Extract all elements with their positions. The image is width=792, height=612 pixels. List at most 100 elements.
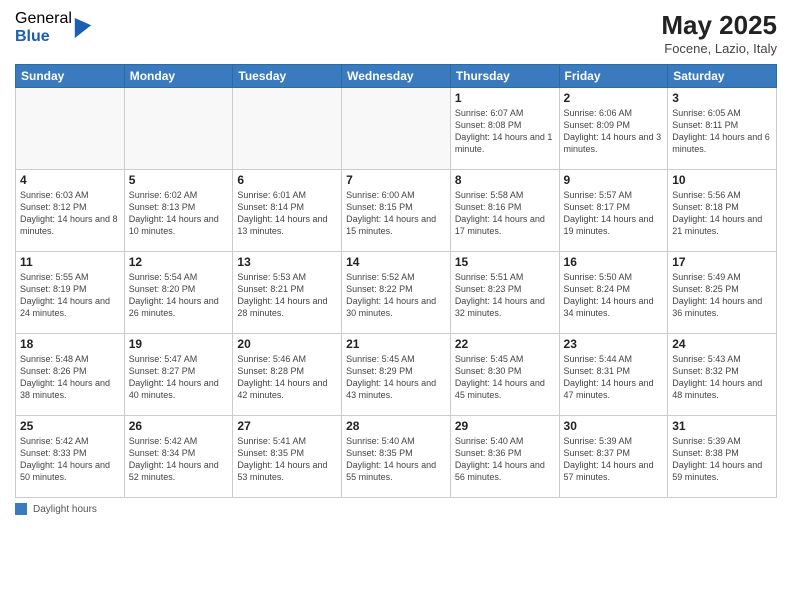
table-row: 5 Sunrise: 6:02 AM Sunset: 8:13 PM Daylig… <box>124 170 233 252</box>
table-row: 21 Sunrise: 5:45 AM Sunset: 8:29 PM Dayli… <box>342 334 451 416</box>
day-number: 16 <box>564 255 664 269</box>
logo: General Blue <box>15 10 92 45</box>
calendar-week-row: 18 Sunrise: 5:48 AM Sunset: 8:26 PM Dayli… <box>16 334 777 416</box>
day-number: 9 <box>564 173 664 187</box>
table-row: 15Sunrise: 5:51 AM Sunset: 8:23 PM Dayli… <box>450 252 559 334</box>
calendar-week-row: 11 Sunrise: 5:55 AM Sunset: 8:19 PM Dayli… <box>16 252 777 334</box>
legend: Daylight hours <box>15 503 777 515</box>
table-row: 30Sunrise: 5:39 AM Sunset: 8:37 PM Dayli… <box>559 416 668 498</box>
day-number: 24 <box>672 337 772 351</box>
calendar-week-row: 1 Sunrise: 6:07 AM Sunset: 8:08 PM Daylig… <box>16 88 777 170</box>
day-info: Sunrise: 6:07 AM Sunset: 8:08 PM Dayligh… <box>455 107 555 156</box>
month-year-title: May 2025 <box>661 10 777 41</box>
day-info: Sunrise: 5:44 AM Sunset: 8:31 PM Dayligh… <box>564 353 664 402</box>
day-number: 12 <box>129 255 229 269</box>
day-info: Sunrise: 5:39 AM Sunset: 8:37 PM Dayligh… <box>564 435 664 484</box>
logo-icon <box>74 18 92 38</box>
table-row: 26Sunrise: 5:42 AM Sunset: 8:34 PM Dayli… <box>124 416 233 498</box>
day-info: Sunrise: 5:41 AM Sunset: 8:35 PM Dayligh… <box>237 435 337 484</box>
table-row: 6 Sunrise: 6:01 AM Sunset: 8:14 PM Daylig… <box>233 170 342 252</box>
table-row: 16 Sunrise: 5:50 AM Sunset: 8:24 PM Dayli… <box>559 252 668 334</box>
day-info: Sunrise: 5:48 AM Sunset: 8:26 PM Dayligh… <box>20 353 120 402</box>
page: General Blue May 2025 Focene, Lazio, Ita… <box>0 0 792 612</box>
calendar-week-row: 25Sunrise: 5:42 AM Sunset: 8:33 PM Dayli… <box>16 416 777 498</box>
col-tuesday: Tuesday <box>233 65 342 88</box>
logo-text: General Blue <box>15 10 72 45</box>
table-row: 3 Sunrise: 6:05 AM Sunset: 8:11 PM Daylig… <box>668 88 777 170</box>
day-info: Sunrise: 5:40 AM Sunset: 8:36 PM Dayligh… <box>455 435 555 484</box>
table-row: 8 Sunrise: 5:58 AM Sunset: 8:16 PM Daylig… <box>450 170 559 252</box>
calendar-table: Sunday Monday Tuesday Wednesday Thursday… <box>15 64 777 498</box>
table-row: 22 Sunrise: 5:45 AM Sunset: 8:30 PM Dayli… <box>450 334 559 416</box>
day-number: 8 <box>455 173 555 187</box>
title-block: May 2025 Focene, Lazio, Italy <box>661 10 777 56</box>
col-sunday: Sunday <box>16 65 125 88</box>
table-row <box>124 88 233 170</box>
table-row: 10Sunrise: 5:56 AM Sunset: 8:18 PM Dayli… <box>668 170 777 252</box>
table-row: 2Sunrise: 6:06 AM Sunset: 8:09 PM Daylig… <box>559 88 668 170</box>
col-thursday: Thursday <box>450 65 559 88</box>
day-info: Sunrise: 5:58 AM Sunset: 8:16 PM Dayligh… <box>455 189 555 238</box>
day-number: 21 <box>346 337 446 351</box>
day-number: 6 <box>237 173 337 187</box>
table-row: 17Sunrise: 5:49 AM Sunset: 8:25 PM Dayli… <box>668 252 777 334</box>
day-info: Sunrise: 6:03 AM Sunset: 8:12 PM Dayligh… <box>20 189 120 238</box>
table-row: 25Sunrise: 5:42 AM Sunset: 8:33 PM Dayli… <box>16 416 125 498</box>
calendar-week-row: 4 Sunrise: 6:03 AM Sunset: 8:12 PM Daylig… <box>16 170 777 252</box>
table-row: 9 Sunrise: 5:57 AM Sunset: 8:17 PM Daylig… <box>559 170 668 252</box>
day-info: Sunrise: 6:01 AM Sunset: 8:14 PM Dayligh… <box>237 189 337 238</box>
day-info: Sunrise: 5:45 AM Sunset: 8:29 PM Dayligh… <box>346 353 446 402</box>
col-friday: Friday <box>559 65 668 88</box>
table-row: 24 Sunrise: 5:43 AM Sunset: 8:32 PM Dayli… <box>668 334 777 416</box>
day-info: Sunrise: 5:50 AM Sunset: 8:24 PM Dayligh… <box>564 271 664 320</box>
table-row: 7Sunrise: 6:00 AM Sunset: 8:15 PM Daylig… <box>342 170 451 252</box>
legend-color-box <box>15 503 27 515</box>
day-number: 4 <box>20 173 120 187</box>
day-number: 20 <box>237 337 337 351</box>
table-row: 27 Sunrise: 5:41 AM Sunset: 8:35 PM Dayli… <box>233 416 342 498</box>
table-row: 13Sunrise: 5:53 AM Sunset: 8:21 PM Dayli… <box>233 252 342 334</box>
day-number: 18 <box>20 337 120 351</box>
day-info: Sunrise: 5:52 AM Sunset: 8:22 PM Dayligh… <box>346 271 446 320</box>
day-number: 1 <box>455 91 555 105</box>
day-info: Sunrise: 6:05 AM Sunset: 8:11 PM Dayligh… <box>672 107 772 156</box>
day-number: 15 <box>455 255 555 269</box>
day-info: Sunrise: 5:42 AM Sunset: 8:33 PM Dayligh… <box>20 435 120 484</box>
table-row: 4 Sunrise: 6:03 AM Sunset: 8:12 PM Daylig… <box>16 170 125 252</box>
day-info: Sunrise: 5:54 AM Sunset: 8:20 PM Dayligh… <box>129 271 229 320</box>
table-row <box>342 88 451 170</box>
logo-blue: Blue <box>15 28 72 46</box>
day-info: Sunrise: 5:39 AM Sunset: 8:38 PM Dayligh… <box>672 435 772 484</box>
col-monday: Monday <box>124 65 233 88</box>
day-number: 22 <box>455 337 555 351</box>
day-info: Sunrise: 5:55 AM Sunset: 8:19 PM Dayligh… <box>20 271 120 320</box>
day-info: Sunrise: 6:02 AM Sunset: 8:13 PM Dayligh… <box>129 189 229 238</box>
day-number: 27 <box>237 419 337 433</box>
table-row: 31Sunrise: 5:39 AM Sunset: 8:38 PM Dayli… <box>668 416 777 498</box>
day-number: 5 <box>129 173 229 187</box>
table-row: 14 Sunrise: 5:52 AM Sunset: 8:22 PM Dayli… <box>342 252 451 334</box>
table-row <box>233 88 342 170</box>
day-number: 14 <box>346 255 446 269</box>
table-row: 23Sunrise: 5:44 AM Sunset: 8:31 PM Dayli… <box>559 334 668 416</box>
location-subtitle: Focene, Lazio, Italy <box>661 41 777 56</box>
day-info: Sunrise: 5:43 AM Sunset: 8:32 PM Dayligh… <box>672 353 772 402</box>
table-row: 28Sunrise: 5:40 AM Sunset: 8:35 PM Dayli… <box>342 416 451 498</box>
day-info: Sunrise: 6:06 AM Sunset: 8:09 PM Dayligh… <box>564 107 664 156</box>
table-row <box>16 88 125 170</box>
calendar-header-row: Sunday Monday Tuesday Wednesday Thursday… <box>16 65 777 88</box>
header: General Blue May 2025 Focene, Lazio, Ita… <box>15 10 777 56</box>
day-number: 3 <box>672 91 772 105</box>
day-info: Sunrise: 6:00 AM Sunset: 8:15 PM Dayligh… <box>346 189 446 238</box>
table-row: 12 Sunrise: 5:54 AM Sunset: 8:20 PM Dayli… <box>124 252 233 334</box>
day-info: Sunrise: 5:49 AM Sunset: 8:25 PM Dayligh… <box>672 271 772 320</box>
day-number: 28 <box>346 419 446 433</box>
day-info: Sunrise: 5:45 AM Sunset: 8:30 PM Dayligh… <box>455 353 555 402</box>
day-info: Sunrise: 5:57 AM Sunset: 8:17 PM Dayligh… <box>564 189 664 238</box>
day-number: 26 <box>129 419 229 433</box>
day-number: 13 <box>237 255 337 269</box>
table-row: 11 Sunrise: 5:55 AM Sunset: 8:19 PM Dayli… <box>16 252 125 334</box>
table-row: 1 Sunrise: 6:07 AM Sunset: 8:08 PM Daylig… <box>450 88 559 170</box>
logo-general: General <box>15 10 72 28</box>
day-number: 11 <box>20 255 120 269</box>
